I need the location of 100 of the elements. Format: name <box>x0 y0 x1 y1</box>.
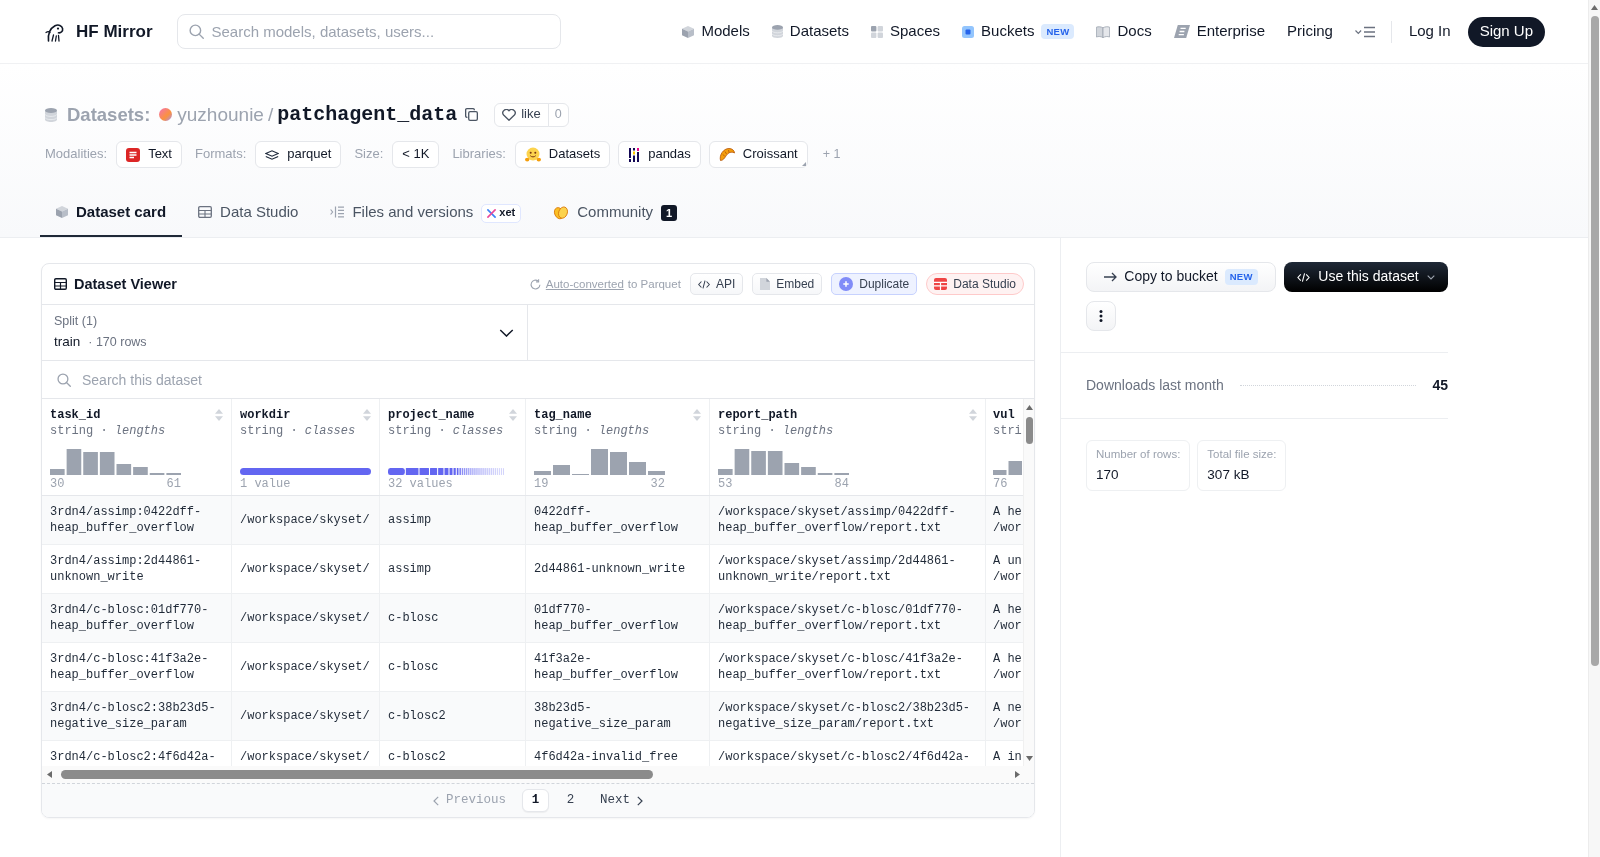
table-cell: /workspace/skyset/ <box>232 496 380 544</box>
stat-value: 170 <box>1096 467 1120 485</box>
tag-chip[interactable]: Croissant <box>708 141 808 168</box>
dataset-name-link[interactable]: patchagent_data <box>277 102 458 127</box>
table-cell: /workspace/skyset/c-blosc/41f3a2e-heap_buffer_overflow/report.txt <box>710 643 986 691</box>
table-cell-text: A un /wor <box>992 553 1023 586</box>
table-cell: /workspace/skyset/ <box>232 545 380 593</box>
range-min-label: 30 <box>50 476 65 492</box>
square-icon <box>962 25 975 38</box>
copy-to-bucket-button[interactable]: Copy to bucket NEW <box>1086 262 1276 292</box>
like-button[interactable]: like <box>494 102 549 127</box>
bars-icon <box>628 147 641 162</box>
scrollbar-thumb[interactable] <box>1590 16 1599 666</box>
next-button[interactable]: Next <box>592 792 651 809</box>
table-icon <box>198 206 213 218</box>
tab[interactable]: Files and versions <box>314 189 482 237</box>
tag-group-label: Libraries: <box>452 146 506 163</box>
code-icon <box>1297 272 1311 282</box>
grid-icon <box>934 278 948 290</box>
table-cell: /workspace/skyset/ <box>232 643 380 691</box>
nav-link[interactable]: Enterprise <box>1173 22 1266 41</box>
table-cell: /workspace/skyset/assimp/2d44861-unknown_write/report.txt <box>710 545 986 593</box>
use-dataset-button[interactable]: Use this dataset <box>1284 262 1448 292</box>
triangle-right-icon[interactable] <box>1015 771 1020 778</box>
toolbar-button[interactable]: Embed <box>752 273 823 295</box>
menu-button[interactable] <box>1354 25 1375 38</box>
tab[interactable]: Data Studio <box>182 189 315 237</box>
more-button[interactable] <box>1086 301 1116 331</box>
tag-chip[interactable]: Datasets <box>514 141 611 168</box>
column-type: string · classes <box>388 423 505 439</box>
column-type: string · lengths <box>718 423 835 439</box>
layers-icon <box>265 149 280 160</box>
logo-icon <box>45 21 65 42</box>
page-button[interactable]: 2 <box>557 789 584 812</box>
page-scrollbar[interactable] <box>1588 0 1600 857</box>
conversion-note: Auto-converted to Parquet <box>545 276 681 292</box>
stat-label: Total file size: <box>1207 447 1277 462</box>
refresh-icon <box>529 278 541 290</box>
column-name[interactable]: task_id <box>50 407 101 423</box>
table-cell: 0422dff-heap_buffer_overflow <box>526 496 710 544</box>
triangle-up-icon[interactable] <box>1591 5 1598 10</box>
brand-link[interactable]: HF Mirror <box>45 20 153 43</box>
copy-icon <box>465 108 479 121</box>
clapping-hands-icon <box>553 204 570 220</box>
tag-chip[interactable]: < 1K <box>392 141 440 168</box>
database-icon <box>771 25 783 38</box>
toolbar-button[interactable]: Duplicate <box>831 273 918 295</box>
downloads-count: 45 <box>1432 376 1448 395</box>
table-cell: c-blosc <box>380 643 526 691</box>
stat-value: 307 kB <box>1207 467 1251 485</box>
toolbar-button[interactable]: API <box>689 273 744 295</box>
tag-group-label: Modalities: <box>45 146 108 163</box>
column-name[interactable]: workdir <box>240 407 291 423</box>
triangle-up-icon[interactable] <box>1025 405 1033 410</box>
nav-link[interactable]: Buckets <box>962 22 1035 41</box>
column-name[interactable]: project_name <box>388 407 475 423</box>
nav-link[interactable]: Datasets <box>771 22 849 41</box>
copy-button[interactable] <box>465 108 479 121</box>
nav-link[interactable]: Models <box>682 22 750 41</box>
table-cell: 3rdn4/assimp:0422dff-heap_buffer_overflow <box>42 496 232 544</box>
table-cell-text: A he /wor <box>992 651 1023 684</box>
login-link[interactable]: Log In <box>1408 22 1451 41</box>
nav-link[interactable]: Docs <box>1096 22 1152 41</box>
cube-icon <box>56 206 68 218</box>
signup-button[interactable]: Sign Up <box>1467 16 1545 47</box>
smiley-icon <box>524 147 541 162</box>
table-cell-text: A in <box>992 749 1023 766</box>
code-icon <box>697 279 710 289</box>
page-button[interactable]: 1 <box>522 789 549 812</box>
vertical-scrollbar[interactable] <box>1023 399 1034 766</box>
tag-chip[interactable]: parquet <box>255 141 342 168</box>
nav-link[interactable]: Spaces <box>871 22 941 41</box>
class-count-label: 32 values <box>388 476 453 492</box>
repo-type-label: Datasets: <box>67 102 151 127</box>
column-name[interactable]: tag_name <box>534 407 592 423</box>
split-dropdown[interactable]: Split (1) train · 170 rows <box>42 305 528 360</box>
scrollbar-thumb[interactable] <box>1025 417 1033 444</box>
tag-chip[interactable]: Text <box>116 141 182 168</box>
tab[interactable]: Dataset card <box>40 189 183 237</box>
horizontal-scrollbar[interactable] <box>42 766 1034 783</box>
scrollbar-thumb[interactable] <box>61 770 653 779</box>
column-type: string · lengths <box>50 423 167 439</box>
triangle-down-icon[interactable] <box>1025 756 1033 761</box>
search-field[interactable]: Search this dataset <box>42 361 1034 399</box>
tab[interactable]: Community <box>537 189 662 237</box>
more-icon <box>1099 310 1103 322</box>
column-name[interactable]: report_path <box>718 407 798 423</box>
column-type: stri <box>993 423 1023 439</box>
column-type: string · classes <box>240 423 357 439</box>
tag-chip[interactable]: pandas <box>618 141 701 168</box>
column-type: string · lengths <box>534 423 651 439</box>
toolbar-button[interactable]: Data Studio <box>926 273 1024 295</box>
triangle-left-icon[interactable] <box>47 771 52 778</box>
table-cell-text: A he /wor <box>992 602 1023 635</box>
nav-link[interactable]: Pricing <box>1287 22 1333 41</box>
text-icon <box>126 147 141 162</box>
column-name[interactable]: vul <box>993 407 1015 423</box>
range-min-label: 53 <box>718 476 733 492</box>
table-cell: /workspace/skyset/ <box>232 594 380 642</box>
search-field[interactable]: Search models, datasets, users... <box>176 14 561 49</box>
